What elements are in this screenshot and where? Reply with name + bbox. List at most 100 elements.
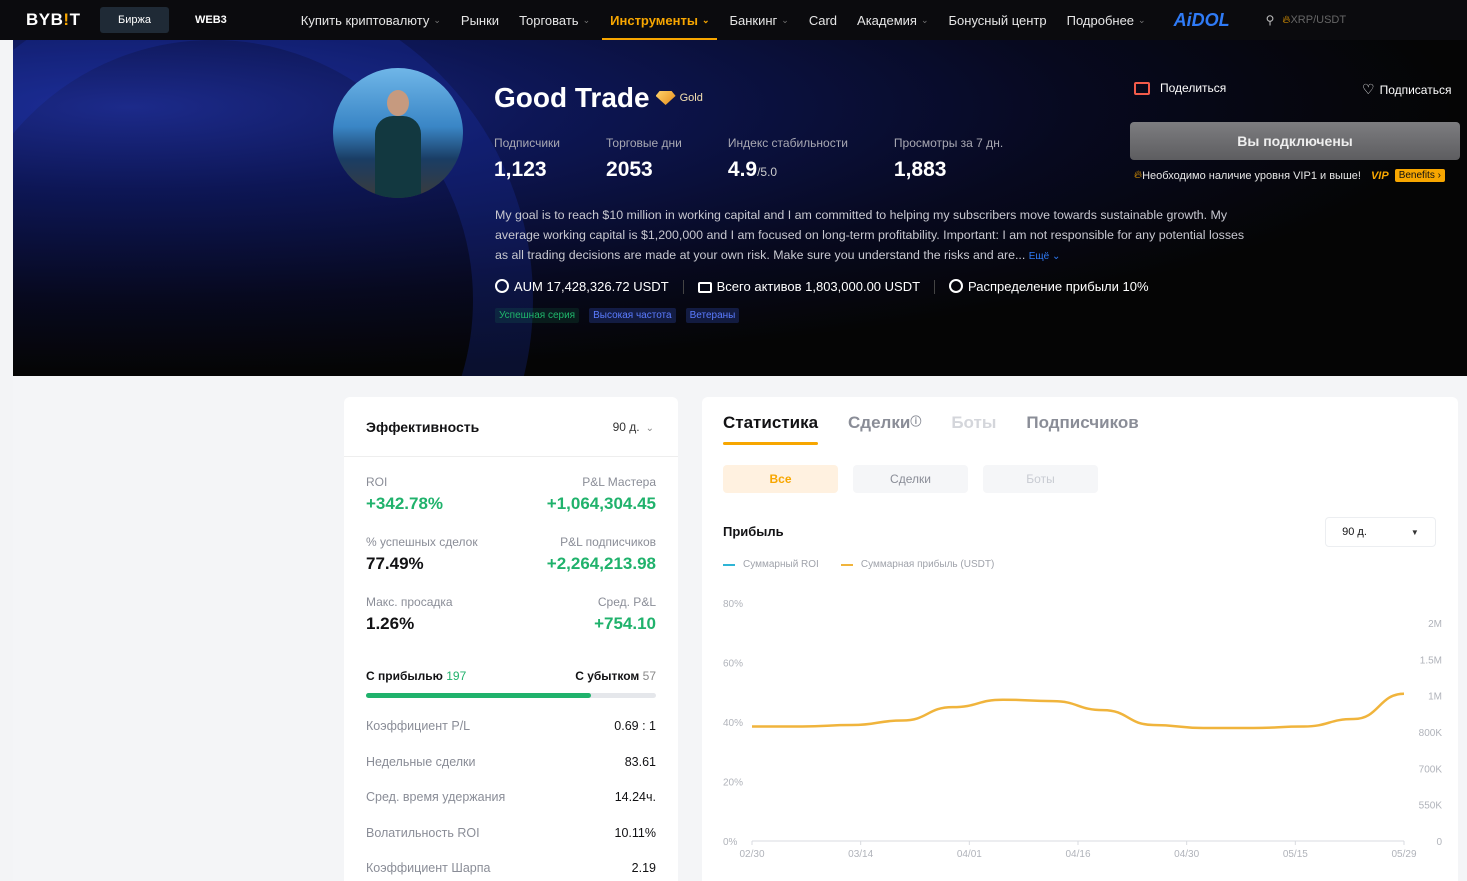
trader-tags: Успешная серия Высокая частота Ветераны xyxy=(495,308,749,323)
profit-share-item: Распределение прибыли 10% xyxy=(949,279,1149,294)
benefits-button[interactable]: Benefits › xyxy=(1394,169,1445,182)
chevron-down-icon: ⌄ xyxy=(701,14,710,25)
web3-link[interactable]: WEB3 xyxy=(195,14,227,26)
stat-stability-index: Индекс стабильности 4.9/5.0 xyxy=(727,136,848,181)
performance-period-select[interactable]: 90 д. ⌄ xyxy=(613,420,654,434)
assets-row: AUM 17,428,326.72 USDT Всего активов 1,8… xyxy=(495,279,1149,294)
bio-more-link[interactable]: Ещё ⌄ xyxy=(1029,251,1061,262)
series-line-0 xyxy=(752,692,1405,730)
legend-item[interactable]: Суммарный ROI xyxy=(723,559,819,570)
chevron-down-icon: ⌄ xyxy=(433,14,441,25)
x-tick-label: 04/30 xyxy=(1174,849,1199,860)
total-assets-item: Всего активов 1,803,000.00 USDT xyxy=(697,279,920,294)
profile-hero: Good Trade Gold Подписчики 1,123 Торговые… xyxy=(13,40,1467,376)
kpi-5: Сред. P&L +754.10 xyxy=(594,595,656,633)
chevron-down-icon: ▼ xyxy=(1410,527,1419,537)
stat-subscribers: Подписчики 1,123 xyxy=(494,136,561,181)
metric-row: Коэффициент Шарпа 2.19 xyxy=(366,861,656,875)
y-right-tick: 700K xyxy=(1419,764,1443,775)
y-left-tick: 60% xyxy=(723,659,743,670)
gem-icon xyxy=(655,91,676,105)
x-tick-label: 03/14 xyxy=(848,849,873,860)
info-icon: ⓘ xyxy=(910,416,922,428)
bybit-logo[interactable]: BYB!T xyxy=(26,10,92,30)
kpi-3: P&L подписчиков +2,264,213.98 xyxy=(546,535,656,573)
y-right-tick: 1.5M xyxy=(1420,655,1442,666)
wallet-icon xyxy=(697,282,712,293)
chevron-down-icon: ⌄ xyxy=(781,14,789,25)
x-tick-label: 05/29 xyxy=(1391,849,1416,860)
connected-button[interactable]: Вы подключены xyxy=(1130,122,1460,160)
y-left-tick: 0% xyxy=(723,837,738,848)
nav-item-0[interactable]: Купить криптовалюту ⌄ xyxy=(301,0,441,40)
y-right-tick: 550K xyxy=(1419,801,1443,812)
y-right-tick: 1M xyxy=(1428,692,1442,703)
subtab-2: Боты xyxy=(983,465,1098,493)
kpi-2: % успешных сделок 77.49% xyxy=(366,535,478,573)
tag-2: Ветераны xyxy=(685,308,740,323)
subtab-0[interactable]: Все xyxy=(723,465,838,493)
tab-0[interactable]: Статистика xyxy=(723,413,819,445)
nav-item-1[interactable]: Рынки xyxy=(461,0,499,40)
aum-item: AUM 17,428,326.72 USDT xyxy=(495,279,669,294)
y-left-tick: 80% xyxy=(723,599,743,610)
fire-icon: 🔥︎ xyxy=(1134,169,1143,181)
trader-name: Good Trade Gold xyxy=(494,82,703,113)
stat-trading-days: Торговые дни 2053 xyxy=(606,136,682,181)
win-loss-bar xyxy=(366,693,656,698)
win-loss-summary: С прибылью 197 С убытком 57 xyxy=(366,669,656,683)
stat-views: Просмотры за 7 дн. 1,883 xyxy=(893,136,1004,181)
aidol-logo[interactable]: AiDOL xyxy=(1174,10,1230,31)
profit-title: Прибыль xyxy=(723,524,784,539)
nav-item-6[interactable]: Академия ⌄ xyxy=(857,0,928,40)
tab-3[interactable]: Подписчиков xyxy=(1026,413,1138,445)
metric-row: Недельные сделки 83.61 xyxy=(366,754,656,769)
search-input[interactable]: 🔥︎XRP/USDT xyxy=(1282,14,1346,27)
vip-requirement-note: 🔥︎ Необходимо наличие уровня VIP1 и выше!… xyxy=(1134,169,1445,182)
exchange-pill[interactable]: Биржа xyxy=(100,7,169,33)
chevron-down-icon: ⌄ xyxy=(920,14,929,25)
nav-item-2[interactable]: Торговать ⌄ xyxy=(519,0,590,40)
heart-icon: ♡ xyxy=(1362,81,1375,97)
metric-row: Сред. время удержания 14.24ч. xyxy=(366,790,656,804)
avatar[interactable] xyxy=(333,68,463,198)
tab-1[interactable]: Сделкиⓘ xyxy=(848,413,921,445)
nav-item-7[interactable]: Бонусный центр xyxy=(949,0,1047,40)
chevron-down-icon: ⌄ xyxy=(1138,14,1146,25)
tag-0: Успешная серия xyxy=(495,308,580,323)
metric-row: Коэффициент P/L 0.69 : 1 xyxy=(366,719,656,733)
profile-stats: Подписчики 1,123 Торговые дни 2053 Индекс … xyxy=(494,136,1049,182)
performance-card: Эффективность 90 д. ⌄ ROI +342.78% P&L Маст… xyxy=(344,397,678,881)
kpi-4: Макс. просадка 1.26% xyxy=(366,595,453,633)
vip-label: VIP xyxy=(1370,169,1389,182)
x-tick-label: 05/15 xyxy=(1283,849,1308,860)
nav-item-5[interactable]: Card xyxy=(809,0,837,40)
subscribe-button[interactable]: ♡ Подписаться xyxy=(1362,81,1451,98)
chevron-down-icon: ⌄ xyxy=(582,14,591,25)
search-icon[interactable]: ⚲ xyxy=(1266,13,1275,27)
x-tick-label: 04/16 xyxy=(1065,849,1090,860)
y-right-tick: 0 xyxy=(1436,837,1442,848)
y-right-tick: 2M xyxy=(1428,619,1442,630)
legend-item[interactable]: Суммарная прибыль (USDT) xyxy=(840,559,994,570)
chart-period-select[interactable]: 90 д. ▼ xyxy=(1325,517,1436,547)
main-nav: Купить криптовалюту ⌄ Рынки Торговать ⌄ Инстр… xyxy=(301,0,1166,40)
gold-badge: Gold xyxy=(655,91,703,105)
x-tick-label: 04/01 xyxy=(957,849,982,860)
nav-item-4[interactable]: Банкинг ⌄ xyxy=(729,0,788,40)
statistics-card: Статистика Сделкиⓘ Боты Подписчиков Все Сдел… xyxy=(702,397,1458,881)
tab-2: Боты xyxy=(951,413,997,432)
kpi-0: ROI +342.78% xyxy=(366,475,444,513)
chevron-down-icon: ⌄ xyxy=(645,422,654,434)
nav-item-8[interactable]: Подробнее ⌄ xyxy=(1067,0,1146,40)
nav-item-3[interactable]: Инструменты ⌄ xyxy=(602,0,718,40)
tag-1: Высокая частота xyxy=(589,308,676,323)
y-left-tick: 20% xyxy=(723,778,743,789)
share-icon xyxy=(1134,81,1150,95)
metric-row: Волатильность ROI 10.11% xyxy=(366,825,656,840)
y-left-tick: 40% xyxy=(723,718,743,729)
trader-bio: My goal is to reach $10 million in worki… xyxy=(495,208,1245,262)
share-button[interactable]: Поделиться xyxy=(1134,81,1226,95)
chart-legend: Суммарный ROI Суммарная прибыль (USDT) xyxy=(723,559,1016,570)
subtab-1[interactable]: Сделки xyxy=(853,465,968,493)
